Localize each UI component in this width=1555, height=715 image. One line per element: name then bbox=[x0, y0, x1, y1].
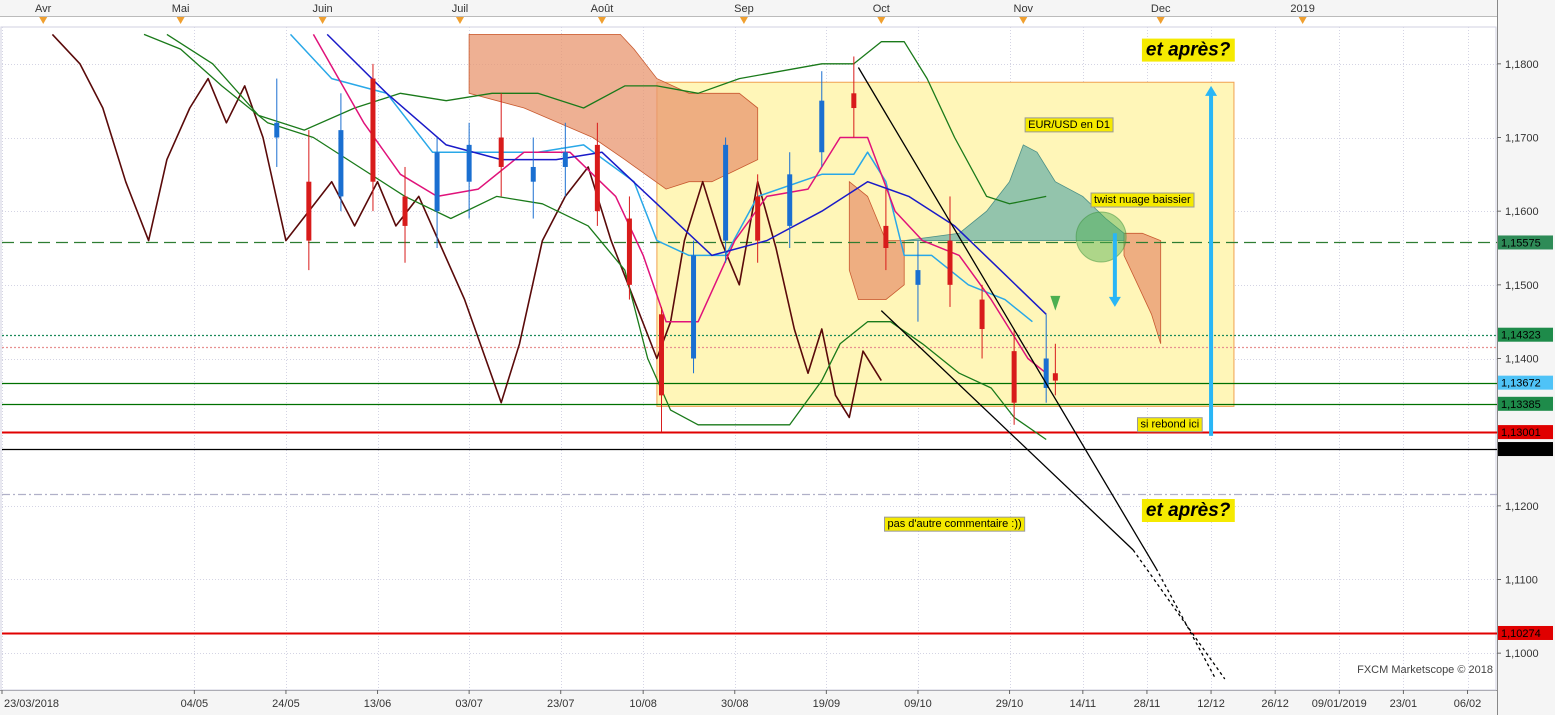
top-tick-label: Sep bbox=[734, 3, 754, 15]
candle-body bbox=[274, 122, 280, 138]
annotation-label: twist nuage baissier bbox=[1094, 194, 1191, 206]
top-tick-label: Août bbox=[591, 3, 614, 15]
candle-body bbox=[1052, 373, 1058, 381]
right-tick-label: 1,1500 bbox=[1505, 280, 1539, 292]
right-tick-label: 1,1200 bbox=[1505, 501, 1539, 513]
top-tick-label: Juil bbox=[452, 3, 469, 15]
price-badge-label: 1,10274 bbox=[1501, 628, 1541, 640]
price-badge-label: 1,15575 bbox=[1501, 237, 1541, 249]
candle-body bbox=[883, 225, 889, 248]
candle-body bbox=[466, 144, 472, 182]
bottom-tick-label: 09/01/2019 bbox=[1312, 698, 1367, 710]
bottom-tick-label: 04/05 bbox=[181, 698, 209, 710]
top-tick-label: Mai bbox=[172, 3, 190, 15]
bottom-tick-label: 26/12 bbox=[1261, 698, 1289, 710]
bottom-tick-label: 23/01 bbox=[1390, 698, 1418, 710]
right-tick-label: 1,1700 bbox=[1505, 133, 1539, 145]
candle-body bbox=[434, 152, 440, 212]
bottom-tick-label: 30/08 bbox=[721, 698, 749, 710]
price-badge-label: 1,13672 bbox=[1501, 378, 1541, 390]
annotation-label: pas d'autre commentaire :)) bbox=[888, 518, 1022, 530]
right-tick-label: 1,1800 bbox=[1505, 59, 1539, 71]
top-tick-label: Avr bbox=[35, 3, 52, 15]
candle-body bbox=[594, 144, 600, 212]
bottom-tick-label: 23/07 bbox=[547, 698, 575, 710]
top-tick-label: Juin bbox=[312, 3, 332, 15]
right-tick-label: 1,1600 bbox=[1505, 206, 1539, 218]
right-tick-label: 1,1100 bbox=[1505, 575, 1538, 587]
candle-body bbox=[851, 93, 857, 109]
candle-body bbox=[691, 255, 697, 359]
candle-body bbox=[402, 196, 408, 226]
bottom-tick-label: 13/06 bbox=[364, 698, 392, 710]
candle-body bbox=[498, 137, 504, 167]
top-axis-band bbox=[0, 0, 1555, 16]
right-tick-label: 1,1000 bbox=[1505, 648, 1539, 660]
twist-circle-marker bbox=[1075, 211, 1127, 263]
candle-body bbox=[530, 166, 536, 182]
bottom-tick-label: 19/09 bbox=[813, 698, 841, 710]
copyright-label: FXCM Marketscope © 2018 bbox=[1357, 664, 1493, 676]
bottom-tick-label: 12/12 bbox=[1197, 698, 1225, 710]
price-chart[interactable]: et après? et après? EUR/USD en D1 twist nua… bbox=[0, 0, 1555, 715]
top-tick-label: Dec bbox=[1151, 3, 1171, 15]
annotation-label: si rebond ici bbox=[1140, 419, 1199, 431]
price-badge-label: 1,13385 bbox=[1501, 399, 1541, 411]
top-tick-label: 2019 bbox=[1290, 3, 1314, 15]
top-tick-label: Nov bbox=[1014, 3, 1034, 15]
top-tick-label: Oct bbox=[873, 3, 890, 15]
candle-body bbox=[723, 144, 729, 241]
candle-body bbox=[915, 270, 921, 285]
price-badge-label: 1,14323 bbox=[1501, 330, 1541, 342]
candle-body bbox=[787, 174, 793, 226]
bottom-tick-label: 03/07 bbox=[455, 698, 483, 710]
candle-body bbox=[819, 100, 825, 153]
annotation-label: et après? bbox=[1146, 40, 1231, 61]
candle-body bbox=[338, 130, 344, 197]
annotation-label: EUR/USD en D1 bbox=[1028, 119, 1110, 131]
bottom-tick-label: 06/02 bbox=[1454, 698, 1482, 710]
bottom-tick-label: 29/10 bbox=[996, 698, 1024, 710]
bottom-tick-label: 14/11 bbox=[1069, 698, 1096, 710]
candle-body bbox=[979, 299, 985, 330]
price-badge-label: 1,12771 bbox=[1501, 444, 1541, 456]
right-tick-label: 1,1400 bbox=[1505, 354, 1539, 366]
candle-body bbox=[562, 152, 568, 167]
candle-body bbox=[658, 314, 664, 396]
candle-body bbox=[947, 240, 953, 285]
bottom-tick-label: 24/05 bbox=[272, 698, 300, 710]
chart-container: et après? et après? EUR/USD en D1 twist nua… bbox=[0, 0, 1555, 715]
candle-body bbox=[755, 196, 761, 241]
candle-body bbox=[626, 218, 632, 285]
bottom-tick-label: 10/08 bbox=[629, 698, 657, 710]
candle-body bbox=[370, 78, 376, 182]
price-badge-label: 1,13001 bbox=[1501, 427, 1541, 439]
annotation-label: et après? bbox=[1146, 500, 1231, 521]
bottom-tick-label: 28/11 bbox=[1134, 698, 1161, 710]
candle-body bbox=[1011, 351, 1017, 403]
bottom-tick-label: 23/03/2018 bbox=[4, 698, 59, 710]
bottom-tick-label: 09/10 bbox=[904, 698, 932, 710]
candle-body bbox=[306, 181, 312, 241]
